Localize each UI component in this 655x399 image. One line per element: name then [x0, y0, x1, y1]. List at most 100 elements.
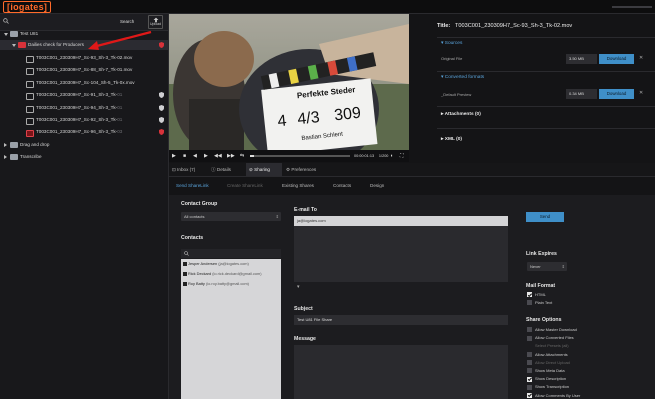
share-option[interactable]: Show Meta Data: [527, 368, 565, 374]
upload-button[interactable]: Upload: [148, 15, 163, 29]
subtab-existing-shares[interactable]: Existing Shares: [282, 180, 314, 192]
tree-file[interactable]: T003C001_230309H7_Sc-92_Sh-3_Tk-01: [0, 115, 168, 125]
email-recipient[interactable]: ja@iogates.com: [294, 216, 508, 226]
contacts-list: [181, 259, 281, 399]
stop-icon[interactable]: ■: [183, 151, 186, 161]
expand-down-icon[interactable]: [4, 33, 8, 36]
checkbox[interactable]: [527, 376, 532, 382]
tab-details[interactable]: ⓘ Details: [211, 163, 243, 176]
checkbox[interactable]: [183, 282, 187, 286]
contact-item[interactable]: Roy Batty (io.roy.batty@gmail.com): [183, 281, 249, 286]
tree-item-label: T003C001_230309H7_Sc-104_Sh-5_Tk-0x.mov: [36, 78, 135, 88]
share-option[interactable]: Select Presets (all): [527, 343, 569, 348]
tree-item-label: T003C001_230309H7_Sc-92_Sh-3_Tk-01: [36, 115, 122, 125]
subtab-design[interactable]: Design: [370, 180, 384, 192]
tab-sharing[interactable]: ⊘ Sharing: [246, 163, 282, 176]
chevron-down-icon[interactable]: ▾: [297, 284, 300, 290]
fast-forward-icon[interactable]: ▶▶: [227, 151, 235, 161]
contact-email: (io.rick.deckard@gmail.com): [212, 271, 262, 276]
play-icon[interactable]: ▶: [172, 151, 176, 161]
expand-right-icon[interactable]: [4, 155, 7, 159]
expand-down-icon[interactable]: [12, 44, 16, 47]
checkbox[interactable]: [527, 327, 532, 333]
attachments-label: Attachments (0): [444, 112, 481, 117]
checkbox[interactable]: [527, 335, 532, 341]
contacts-search-input[interactable]: [181, 249, 281, 258]
volume-icon[interactable]: ◖: [390, 151, 393, 161]
remove-preview-icon[interactable]: ✕: [639, 90, 643, 96]
share-option[interactable]: Allow Comments By User: [527, 392, 581, 399]
tab-inbox[interactable]: ⊡ Inbox (7): [172, 163, 208, 176]
checkbox[interactable]: [527, 360, 532, 366]
share-option[interactable]: Show Transcription: [527, 384, 569, 390]
tree-file[interactable]: T003C001_230309H7_Sc-91_Sh-3_Tk-01: [0, 90, 168, 100]
video-file-icon: [26, 55, 34, 63]
subtab-contacts[interactable]: Contacts: [333, 180, 351, 192]
search-button[interactable]: Search: [120, 19, 134, 24]
download-original-button[interactable]: Download: [599, 54, 634, 64]
tree-item-label: Test U81: [20, 29, 38, 39]
send-button[interactable]: Send: [526, 212, 564, 222]
video-scrubber[interactable]: [250, 155, 350, 157]
contact-group-select[interactable]: All contacts ⇕: [181, 212, 281, 221]
attachments-section-toggle[interactable]: ▸ Attachments (0): [441, 112, 481, 117]
tree-file[interactable]: T003C001_230309H7_Sc-104_Sh-5_Tk-0x.mov: [0, 78, 168, 88]
contact-item[interactable]: Jesper Andersen (ja@iogates.com): [183, 261, 249, 266]
tree-file[interactable]: T003C001_230309H7_Sc-96_Sh-3_Tk-03: [0, 127, 168, 137]
expand-right-icon[interactable]: [4, 143, 7, 147]
checkbox[interactable]: [527, 368, 532, 374]
share-option[interactable]: Allow Attachments: [527, 352, 568, 358]
download-preview-button[interactable]: Download: [599, 89, 634, 99]
app-logo[interactable]: [iogates]: [3, 1, 52, 13]
contact-item[interactable]: Rick Deckard (io.rick.deckard@gmail.com): [183, 271, 262, 276]
video-frame[interactable]: Perfekte Steder 4 4/3 309 Bastian Schlen…: [169, 14, 409, 150]
converted-section-toggle[interactable]: ▾ Converted formats: [441, 75, 484, 80]
loop-icon[interactable]: ⇆: [240, 151, 244, 161]
top-bar: [0, 0, 655, 14]
share-option[interactable]: Allow Direct Upload: [527, 360, 570, 366]
share-option[interactable]: Show Description: [527, 376, 566, 382]
remove-original-icon[interactable]: ✕: [639, 55, 643, 61]
tree-item-label: T003C001_230309H7_Sc-94_Sh-3_Tk-01: [36, 103, 122, 113]
checkbox[interactable]: [183, 272, 187, 276]
checkbox[interactable]: [527, 384, 532, 390]
tab-details-label: Details: [216, 167, 231, 172]
tree-item-label: T003C001_230309H7_Sc-96_Sh-3_Tk-03: [36, 127, 122, 137]
subject-input[interactable]: Test U81 File Share: [294, 315, 508, 325]
subtab-send-sharelink[interactable]: Send ShareLink: [176, 180, 209, 192]
fullscreen-icon[interactable]: ⛶: [400, 151, 404, 161]
checkbox[interactable]: [527, 352, 532, 358]
checkbox[interactable]: [183, 262, 187, 266]
tree-item-label: T003C001_230309H7_Sc-88_Sh-7_Tk-01.mov: [36, 65, 132, 75]
xml-section-toggle[interactable]: ▸ XML (0): [441, 137, 462, 142]
message-textarea[interactable]: [294, 345, 508, 399]
tree-item-name: Dailies check for Producers: [28, 42, 84, 47]
tree-file[interactable]: T003C001_230309H7_Sc-93_Sh-3_Tk-02.mov: [0, 53, 168, 63]
tree-file[interactable]: T003C001_230309H7_Sc-88_Sh-7_Tk-01.mov: [0, 65, 168, 75]
checkbox[interactable]: [527, 292, 532, 298]
converted-label: Converted formats: [444, 75, 485, 80]
tree-folder[interactable]: Transcribe: [0, 152, 168, 162]
prev-frame-icon[interactable]: ◀: [193, 151, 197, 161]
contact-name: Roy Batty: [188, 281, 205, 286]
tree-folder[interactable]: Drag and drop: [0, 140, 168, 150]
mail-format-option[interactable]: HTML: [527, 292, 546, 298]
share-option[interactable]: Allow Master Download: [527, 327, 577, 333]
subtab-create-sharelink[interactable]: Create ShareLink: [227, 180, 263, 192]
next-frame-icon[interactable]: ▶: [204, 151, 208, 161]
mail-format-option[interactable]: Plain Text: [527, 300, 552, 306]
checkbox[interactable]: [527, 393, 532, 399]
tab-preferences[interactable]: ⚙ Preferences: [286, 163, 330, 176]
tree-item-name: T003C001_230309H7_Sc-92_Sh-3_Tk-: [36, 117, 118, 122]
rewind-icon[interactable]: ◀◀: [214, 151, 222, 161]
tree-file[interactable]: T003C001_230309H7_Sc-94_Sh-3_Tk-01: [0, 103, 168, 113]
option-label: Allow Comments By User: [535, 392, 581, 398]
contact-name: Jesper Andersen: [188, 261, 218, 266]
folder-icon: [10, 154, 18, 160]
sources-section-toggle[interactable]: ▾ Sources: [441, 41, 462, 46]
video-file-icon: [26, 80, 34, 88]
share-option[interactable]: Allow Converted Files: [527, 335, 574, 341]
checkbox[interactable]: [527, 300, 532, 306]
divider: [437, 106, 655, 107]
link-expires-select[interactable]: Never ⇕: [527, 262, 567, 271]
